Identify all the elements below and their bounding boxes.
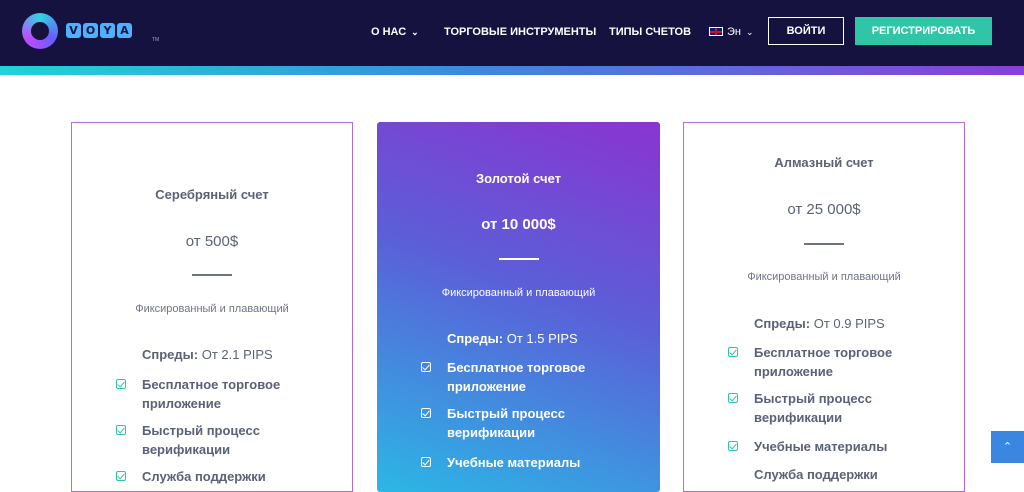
check-icon xyxy=(728,347,738,357)
pricing-card-diamond: Алмазный счет от 25 000$ Фиксированный и… xyxy=(683,122,965,492)
card-feature: Бесплатное торговое приложение xyxy=(116,375,322,413)
feature-label: Учебные материалы xyxy=(447,455,581,470)
logo-letter: V xyxy=(66,23,81,38)
uk-flag-icon xyxy=(709,27,723,36)
pricing-card-silver: Серебряный счет от 500$ Фиксированный и … xyxy=(71,122,353,492)
check-icon xyxy=(728,393,738,403)
check-icon xyxy=(116,471,126,481)
feature-label: Служба поддержки xyxy=(142,469,266,484)
site-header: V O Y A TM О НАС ⌄ ТОРГОВЫЕ ИНСТРУМЕНТЫ Т… xyxy=(0,0,1024,66)
card-divider xyxy=(498,258,539,260)
nav-account-types[interactable]: ТИПЫ СЧЕТОВ xyxy=(609,26,691,38)
card-feature: Служба поддержки xyxy=(116,467,322,486)
feature-label: Бесплатное торговое приложение xyxy=(142,377,281,411)
language-selector[interactable]: Эн ⌄ xyxy=(709,26,754,38)
card-subtitle: Фиксированный и плавающий xyxy=(441,287,596,299)
card-feature: Быстрый процесс верификации xyxy=(421,404,627,442)
logo-letter: O xyxy=(83,23,98,38)
card-feature: Учебные материалы xyxy=(421,453,627,472)
header-gradient-bar xyxy=(0,66,1024,75)
chevron-up-icon: ⌃ xyxy=(1002,441,1013,453)
check-icon xyxy=(421,362,431,372)
spread-value: От 0.9 PIPS xyxy=(810,316,885,331)
card-price: от 10 000$ xyxy=(481,216,556,233)
feature-label: Учебные материалы xyxy=(754,439,888,454)
nav-about-label: О НАС xyxy=(371,26,407,38)
card-feature: Быстрый процесс верификации xyxy=(728,389,934,427)
login-button[interactable]: ВОЙТИ xyxy=(768,17,844,45)
card-spread: Спреды: От 1.5 PIPS xyxy=(447,331,578,346)
feature-label: Бесплатное торговое приложение xyxy=(754,345,893,379)
spread-label: Спреды: xyxy=(447,331,504,346)
logo[interactable]: V O Y A TM xyxy=(22,13,159,49)
card-feature: Служба поддержки xyxy=(754,465,934,484)
check-icon xyxy=(116,425,126,435)
logo-letter: Y xyxy=(100,23,115,38)
card-divider xyxy=(192,274,232,276)
check-icon xyxy=(728,441,738,451)
spread-label: Спреды: xyxy=(754,316,811,331)
spread-value: От 2.1 PIPS xyxy=(198,347,273,362)
logo-letter: A xyxy=(117,23,132,38)
card-subtitle: Фиксированный и плавающий xyxy=(135,303,289,315)
feature-label: Бесплатное торговое приложение xyxy=(447,360,586,394)
card-subtitle: Фиксированный и плавающий xyxy=(747,271,901,283)
feature-label: Служба поддержки xyxy=(754,467,878,482)
check-icon xyxy=(421,408,431,418)
feature-label: Быстрый процесс верификации xyxy=(142,423,260,457)
card-title: Золотой счет xyxy=(475,171,562,186)
card-feature: Бесплатное торговое приложение xyxy=(421,358,627,396)
nav-about[interactable]: О НАС ⌄ xyxy=(371,26,419,38)
scroll-to-top-button[interactable]: ⌃ xyxy=(991,431,1024,463)
pricing-card-gold: Золотой счет от 10 000$ Фиксированный и … xyxy=(377,122,660,492)
feature-label: Быстрый процесс верификации xyxy=(754,391,872,425)
spread-value: От 1.5 PIPS xyxy=(503,331,578,346)
card-feature: Бесплатное торговое приложение xyxy=(728,343,934,381)
check-icon xyxy=(421,457,431,467)
card-title: Алмазный счет xyxy=(774,155,874,170)
language-label: Эн xyxy=(727,26,741,38)
spread-label: Спреды: xyxy=(142,347,199,362)
logo-ring-icon xyxy=(22,13,58,49)
logo-wordmark: V O Y A xyxy=(66,23,132,38)
register-button[interactable]: РЕГИСТРИРОВАТЬ xyxy=(855,17,992,45)
logo-trademark: TM xyxy=(152,37,160,43)
card-title: Серебряный счет xyxy=(155,187,269,202)
chevron-down-icon: ⌄ xyxy=(745,27,754,37)
card-divider xyxy=(804,243,844,245)
nav-instruments[interactable]: ТОРГОВЫЕ ИНСТРУМЕНТЫ xyxy=(444,26,596,38)
card-feature: Быстрый процесс верификации xyxy=(116,421,322,459)
feature-label: Быстрый процесс верификации xyxy=(447,406,565,440)
card-price: от 500$ xyxy=(185,233,239,250)
card-spread: Спреды: От 2.1 PIPS xyxy=(142,347,273,362)
chevron-down-icon: ⌄ xyxy=(411,27,419,37)
check-icon xyxy=(116,379,126,389)
card-spread: Спреды: От 0.9 PIPS xyxy=(754,316,885,331)
card-price: от 25 000$ xyxy=(787,201,861,218)
card-feature: Учебные материалы xyxy=(728,437,934,456)
